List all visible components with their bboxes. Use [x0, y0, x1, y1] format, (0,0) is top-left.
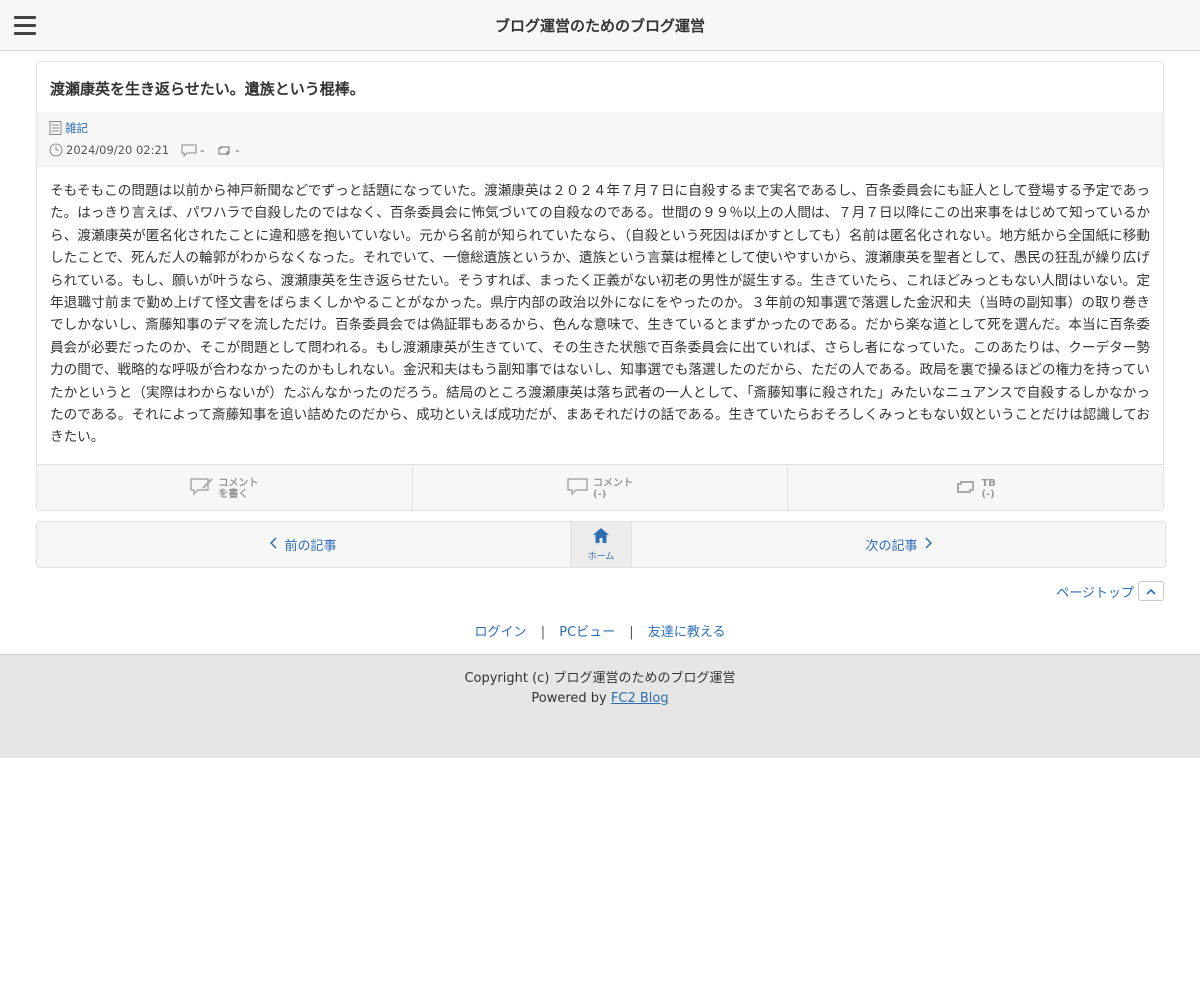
post-datetime: 2024/09/20 02:21	[66, 143, 170, 157]
next-article-link[interactable]: 次の記事	[632, 522, 1165, 567]
prev-article-link[interactable]: 前の記事	[37, 522, 570, 567]
clock-icon	[49, 143, 63, 157]
page-top-label: ページトップ	[1056, 585, 1134, 601]
document-icon	[49, 121, 62, 135]
comments-label: コメント (-)	[593, 477, 633, 500]
prev-article-label: 前の記事	[284, 539, 337, 554]
write-comment-button[interactable]: コメント を書く	[37, 465, 413, 510]
page-top-link[interactable]: ページトップ	[1056, 581, 1164, 601]
comments-button[interactable]: コメント (-)	[413, 465, 789, 510]
article-actions: コメント を書く コメント (-) TB (-)	[37, 464, 1163, 510]
comment-icon	[181, 144, 197, 157]
comment-count: -	[200, 143, 205, 157]
separator: |	[540, 625, 546, 640]
separator: |	[629, 625, 634, 640]
chevron-up-icon[interactable]	[1138, 581, 1164, 601]
category-link[interactable]: 雑記	[65, 120, 88, 136]
login-link[interactable]: ログイン	[475, 625, 527, 640]
article-title: 渡瀬康英を生き返らせたい。遺族という棍棒。	[50, 80, 365, 98]
date-item: 2024/09/20 02:21	[49, 143, 169, 157]
comment-count-item[interactable]: -	[181, 143, 204, 157]
category-row: 雑記	[49, 120, 88, 136]
home-icon	[593, 527, 609, 547]
chevron-left-icon	[270, 536, 278, 553]
copyright-text: Copyright (c) ブログ運営のためのブログ運営	[464, 671, 736, 686]
powered-by-label: Powered by	[531, 691, 607, 706]
trackback-icon	[216, 144, 232, 157]
article-body: そもそもこの問題は以前から神戸新聞などでずっと話題になっていた。渡瀬康英は２０２…	[50, 183, 1150, 446]
home-label: ホーム	[587, 551, 615, 562]
trackback-label: TB (-)	[981, 477, 996, 500]
pc-view-link[interactable]: PCビュー	[559, 625, 615, 640]
fc2-blog-link[interactable]: FC2 Blog	[611, 691, 669, 706]
site-title[interactable]: ブログ運営のためのブログ運営	[0, 15, 1200, 36]
next-article-label: 次の記事	[865, 539, 918, 554]
article-meta: 雑記 2024/09/20 02:21 - -	[37, 112, 1163, 167]
write-comment-label: コメント を書く	[218, 477, 259, 500]
trackback-count-item[interactable]: -	[216, 143, 239, 157]
article-pager: 前の記事 ホーム 次の記事	[36, 521, 1166, 568]
write-comment-icon	[190, 477, 214, 501]
top-bar: ブログ運営のためのブログ運営	[0, 0, 1200, 51]
trackback-count: -	[235, 143, 240, 157]
footer-links: ログイン | PCビュー | 友達に教える	[0, 621, 1200, 640]
powered-by: Powered by FC2 Blog	[0, 691, 1200, 706]
trackback-button[interactable]: TB (-)	[788, 465, 1163, 510]
info-row: 2024/09/20 02:21 - -	[49, 143, 251, 157]
home-button[interactable]: ホーム	[570, 522, 632, 567]
site-footer: Copyright (c) ブログ運営のためのブログ運営 Powered by …	[0, 654, 1200, 758]
chevron-right-icon	[924, 536, 932, 553]
article-card: 渡瀬康英を生き返らせたい。遺族という棍棒。 雑記 2024/09/20 02:2…	[36, 61, 1164, 511]
tell-friend-link[interactable]: 友達に教える	[648, 625, 726, 640]
comment-icon	[567, 477, 589, 501]
trackback-icon	[955, 478, 977, 500]
